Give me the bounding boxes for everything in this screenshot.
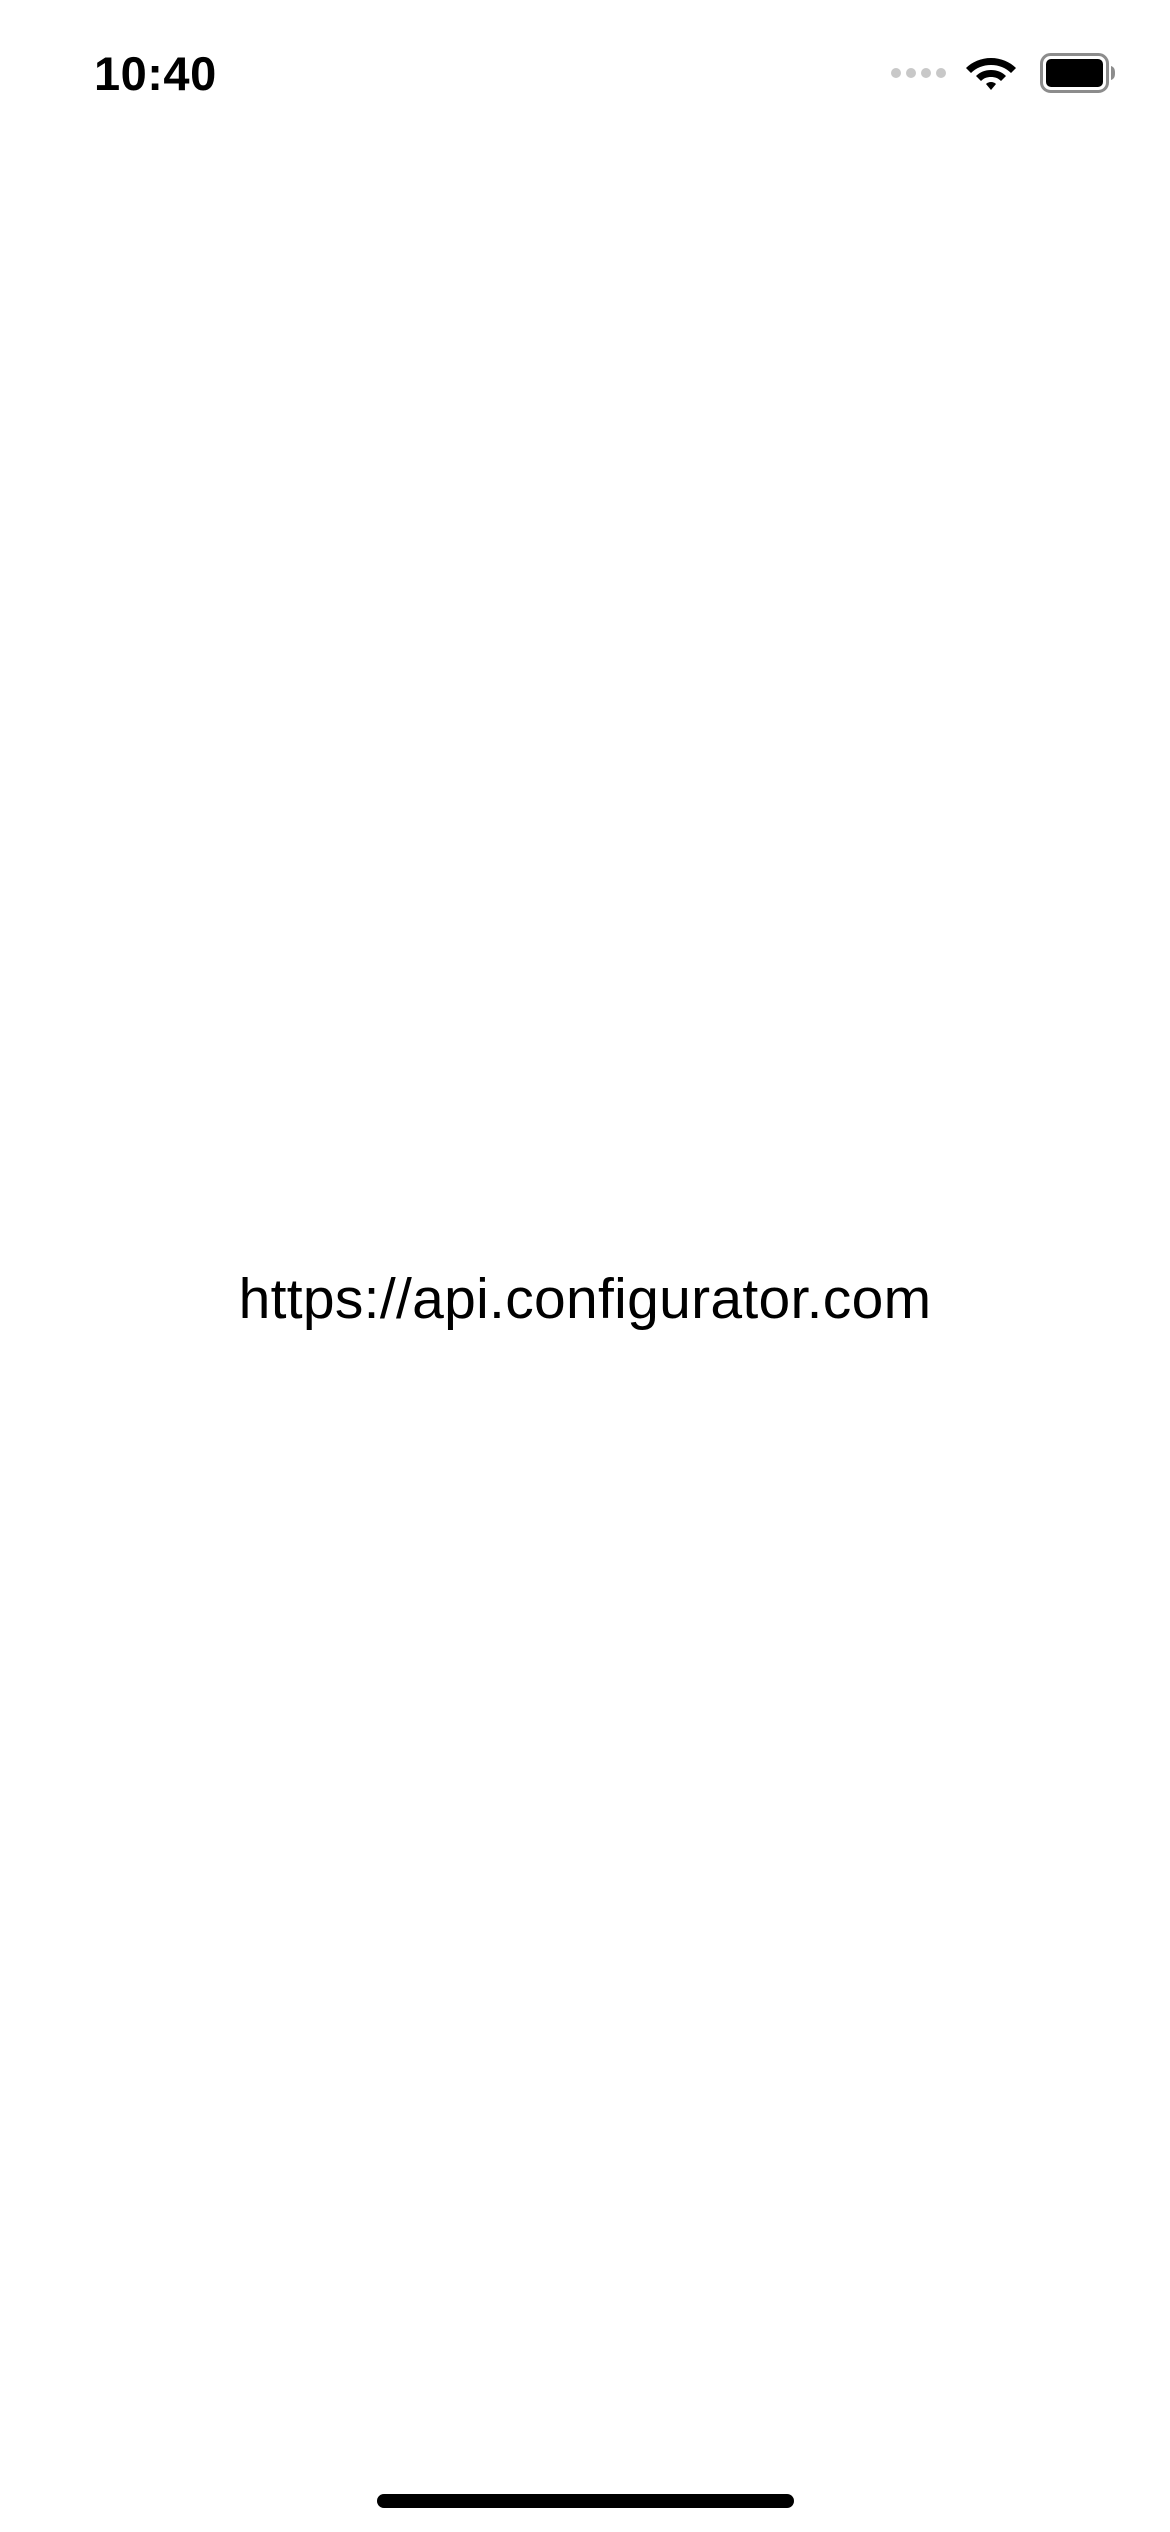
url-text: https://api.configurator.com	[238, 1267, 932, 1331]
status-time: 10:40	[94, 47, 217, 100]
wifi-icon	[966, 58, 1016, 90]
status-bar: 10:40	[0, 0, 1170, 150]
battery-icon	[1040, 53, 1115, 93]
status-icons	[891, 50, 1116, 96]
home-indicator[interactable]	[377, 2494, 794, 2508]
cellular-signal-icon	[891, 68, 946, 78]
